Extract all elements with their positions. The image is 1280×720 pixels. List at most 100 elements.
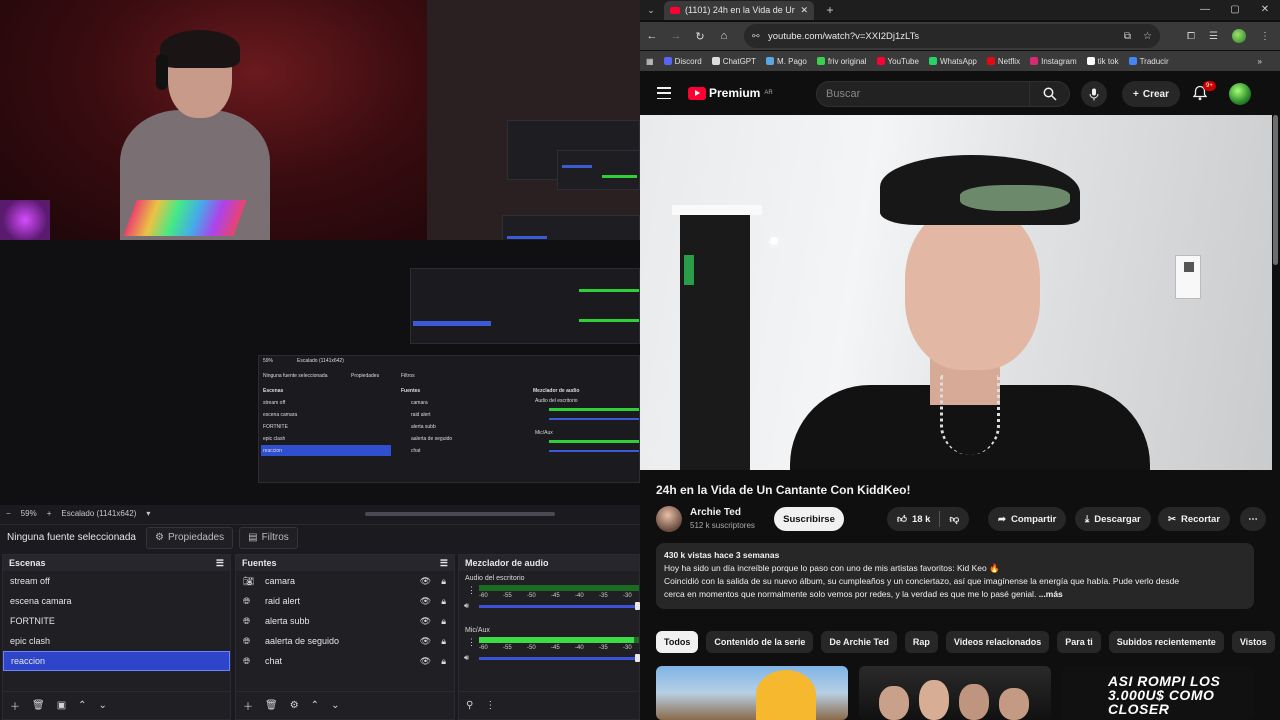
mixer-menu-icon[interactable]: ⋮	[485, 700, 495, 711]
tab-search-icon[interactable]: ⌄	[640, 5, 662, 16]
bookmark-item[interactable]: Instagram	[1030, 57, 1077, 66]
volume-fader[interactable]	[479, 605, 639, 608]
move-up-icon[interactable]: ⌃	[78, 700, 86, 711]
lock-icon[interactable]: 🔒︎	[441, 576, 446, 587]
source-item[interactable]: 🌐︎ chat 👁︎ 🔒︎	[236, 651, 454, 671]
remove-source-icon[interactable]: 🗑	[265, 700, 278, 711]
youtube-premium-logo[interactable]: Premium AR	[688, 86, 773, 100]
zoom-out-icon[interactable]: −	[6, 509, 11, 518]
page-scrollbar[interactable]	[1273, 115, 1278, 265]
filter-chip[interactable]: De Archie Ted	[821, 631, 897, 653]
filter-chip[interactable]: Contenido de la serie	[706, 631, 814, 653]
source-settings-icon[interactable]: ⚙	[290, 700, 299, 711]
bookmark-item[interactable]: Traducir	[1128, 57, 1169, 66]
video-player[interactable]	[640, 115, 1272, 470]
reading-list-icon[interactable]: ☰	[1209, 31, 1218, 42]
filter-chip[interactable]: Videos relacionados	[945, 631, 1050, 653]
filter-chip[interactable]: Vistos	[1231, 631, 1275, 653]
bookmark-item[interactable]: WhatsApp	[928, 57, 977, 66]
lock-icon[interactable]: 🔒︎	[441, 596, 446, 607]
bookmark-item[interactable]: friv original	[816, 57, 867, 66]
channel-avatar[interactable]	[656, 506, 682, 532]
download-button[interactable]: ⤓ Descargar	[1075, 507, 1151, 531]
install-app-icon[interactable]: ⧉	[1124, 31, 1131, 42]
dock-menu-icon[interactable]: ☰	[216, 558, 224, 569]
scene-item[interactable]: escena camara	[3, 591, 230, 611]
lock-icon[interactable]: 🔒︎	[441, 636, 446, 647]
address-bar[interactable]: ⚯ youtube.com/watch?v=XXI2Dj1zLTs ⧉ ☆	[744, 24, 1160, 48]
subscribe-button[interactable]: Suscribirse	[774, 507, 844, 531]
lock-icon[interactable]: 🔒︎	[441, 656, 446, 667]
channel-menu-icon[interactable]: ⋮	[467, 585, 476, 596]
more-actions-button[interactable]: ⋯	[1240, 507, 1266, 531]
new-tab-icon[interactable]: +	[820, 3, 840, 17]
visibility-eye-icon[interactable]: 👁︎	[420, 656, 431, 667]
site-info-icon[interactable]: ⚯	[752, 31, 760, 42]
bookmark-item[interactable]: Netflix	[986, 57, 1020, 66]
preview-scrollbar[interactable]	[365, 512, 555, 516]
scaling-dropdown-icon[interactable]: ▾	[146, 509, 150, 518]
filter-chip[interactable]: Todos	[656, 631, 699, 653]
source-item[interactable]: 📷︎ camara 👁︎ 🔒︎	[236, 571, 454, 591]
back-icon[interactable]: ←	[640, 30, 664, 42]
search-input[interactable]: Buscar	[816, 81, 1030, 107]
show-more-link[interactable]: ...más	[1039, 589, 1063, 599]
dislike-button[interactable]: 👎︎	[949, 513, 959, 525]
move-down-icon[interactable]: ⌄	[331, 700, 339, 711]
bookmark-item[interactable]: YouTube	[876, 57, 919, 66]
visibility-eye-icon[interactable]: 👁︎	[420, 576, 431, 587]
filter-chip[interactable]: Para ti	[1057, 631, 1101, 653]
account-avatar[interactable]	[1229, 83, 1251, 105]
dock-menu-icon[interactable]: ☰	[440, 558, 448, 569]
bookmark-item[interactable]: M. Pago	[766, 57, 807, 66]
minimize-icon[interactable]: —	[1190, 0, 1220, 18]
channel-menu-icon[interactable]: ⋮	[467, 637, 476, 648]
clip-button[interactable]: ✂ Recortar	[1158, 507, 1231, 531]
speaker-icon[interactable]: 🔊︎	[464, 601, 469, 611]
maximize-icon[interactable]: ▢	[1220, 0, 1250, 18]
properties-button[interactable]: ⚙ Propiedades	[146, 526, 234, 549]
reload-icon[interactable]: ↻	[688, 30, 712, 43]
search-button[interactable]	[1030, 81, 1070, 107]
scene-item[interactable]: FORTNITE	[3, 611, 230, 631]
advanced-audio-icon[interactable]: ⚲	[466, 700, 473, 711]
filter-chip[interactable]: Rap	[904, 631, 938, 653]
thumbnail-3[interactable]: ASI ROMPI LOS 3.000U$ COMO CLOSER	[1062, 666, 1254, 720]
remove-scene-icon[interactable]: 🗑	[32, 700, 45, 711]
move-down-icon[interactable]: ⌄	[99, 700, 107, 711]
apps-grid-icon[interactable]: ▦	[646, 57, 654, 66]
close-tab-icon[interactable]: ✕	[800, 5, 808, 16]
active-tab[interactable]: (1101) 24h en la Vida de Un Cantante Con…	[664, 0, 814, 20]
extensions-icon[interactable]: ⧠	[1187, 31, 1195, 42]
filters-button[interactable]: ▤ Filtros	[239, 526, 298, 549]
obs-preview[interactable]: 59% Escalado (1141x642) Ninguna fuente s…	[0, 0, 640, 505]
thumbnail-1[interactable]	[656, 666, 848, 720]
speaker-icon[interactable]: 🔊︎	[464, 653, 469, 663]
source-item[interactable]: 🌐︎ aalerta de seguido 👁︎ 🔒︎	[236, 631, 454, 651]
browser-menu-icon[interactable]: ⋮	[1260, 31, 1270, 42]
bookmark-item[interactable]: ChatGPT	[711, 57, 756, 66]
description-box[interactable]: 430 k vistas hace 3 semanas Hoy ha sido …	[656, 543, 1254, 609]
like-button[interactable]: 👍︎	[897, 513, 907, 525]
filter-chip[interactable]: Subidos recientemente	[1108, 631, 1224, 653]
zoom-in-icon[interactable]: +	[47, 509, 52, 518]
forward-icon[interactable]: →	[664, 30, 688, 42]
like-count[interactable]: 18 k	[912, 514, 931, 525]
lock-icon[interactable]: 🔒︎	[441, 616, 446, 627]
scene-filters-icon[interactable]: ▣	[57, 700, 66, 711]
visibility-eye-icon[interactable]: 👁︎	[420, 596, 431, 607]
thumbnail-2[interactable]	[859, 666, 1051, 720]
voice-search-button[interactable]	[1081, 81, 1107, 107]
scene-item[interactable]: epic clash	[3, 631, 230, 651]
menu-hamburger-icon[interactable]	[657, 87, 671, 99]
add-scene-icon[interactable]: ＋	[10, 698, 20, 713]
volume-fader[interactable]	[479, 657, 639, 660]
channel-name[interactable]: Archie Ted	[690, 507, 741, 518]
bookmark-star-icon[interactable]: ☆	[1143, 31, 1152, 42]
home-icon[interactable]: ⌂	[712, 30, 736, 42]
share-button[interactable]: ➦ Compartir	[988, 507, 1067, 531]
scene-item[interactable]: stream off	[3, 571, 230, 591]
add-source-icon[interactable]: ＋	[243, 698, 253, 713]
bookmark-item[interactable]: tik tok	[1086, 57, 1119, 66]
scene-item[interactable]: reaccion	[3, 651, 230, 671]
